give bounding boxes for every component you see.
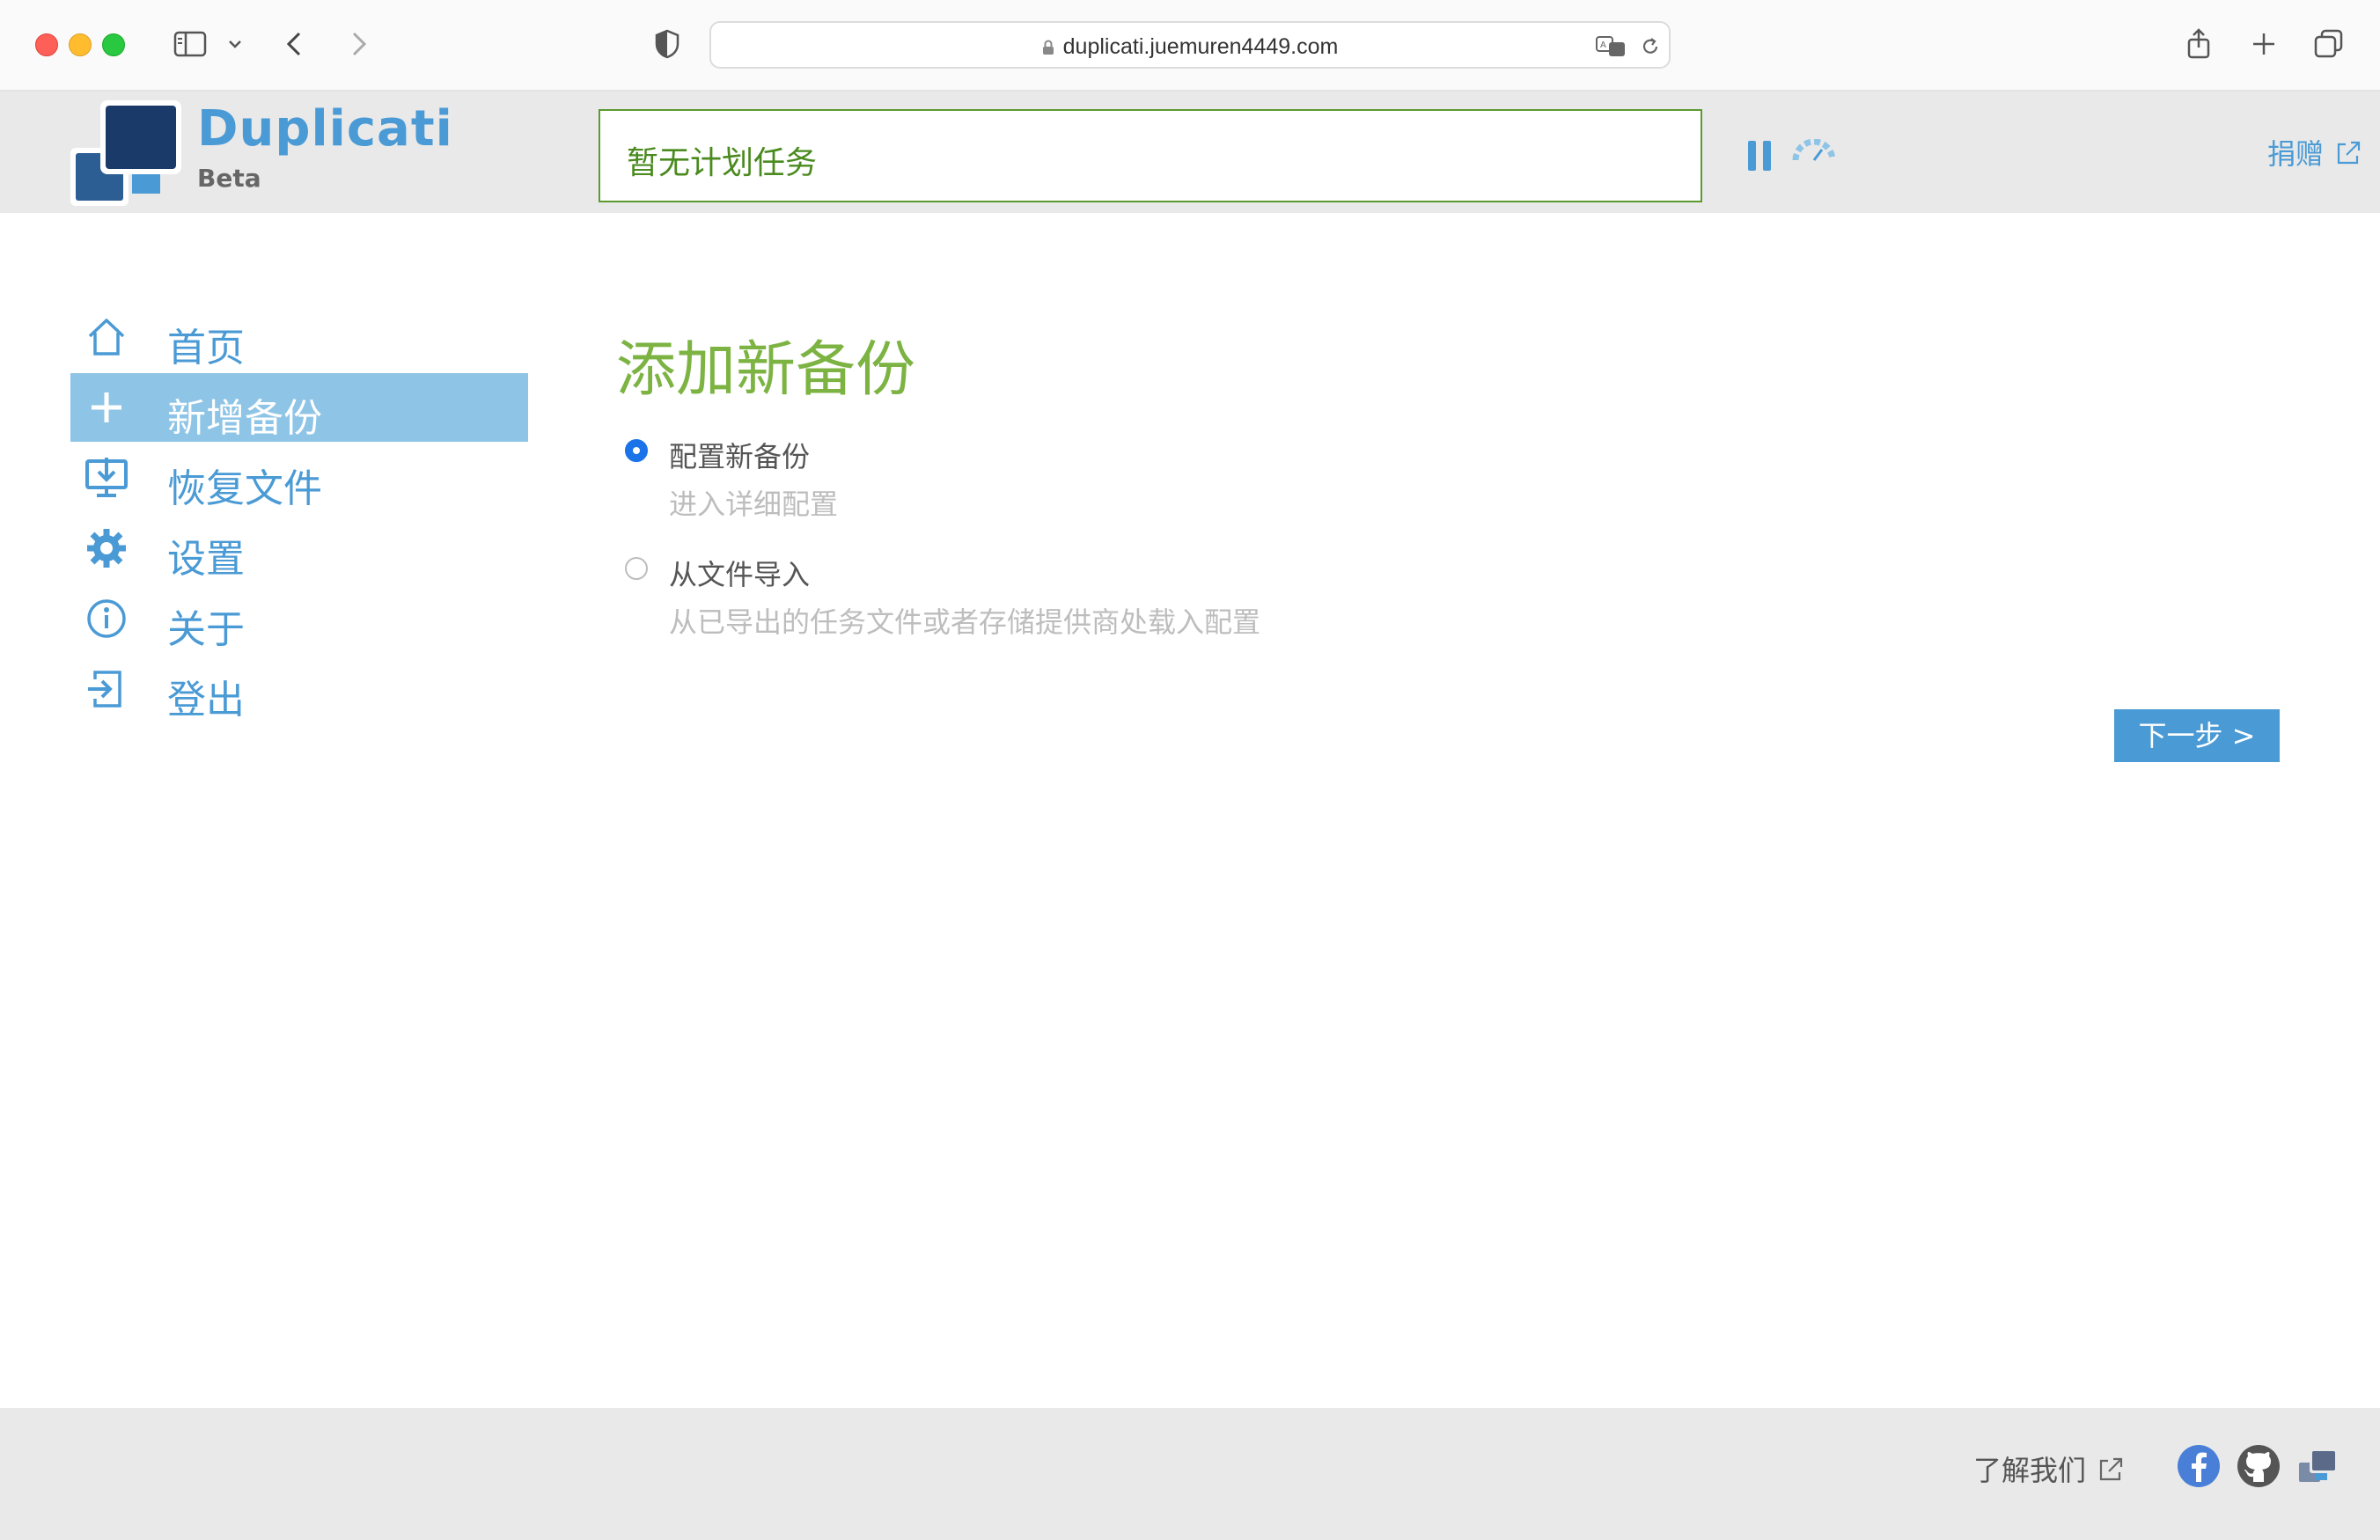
sidebar-item-label: 新增备份 (167, 396, 322, 441)
pause-button[interactable] (1748, 141, 1773, 171)
back-icon[interactable] (278, 26, 313, 62)
sidebar-item-logout[interactable]: 登出 (70, 655, 528, 723)
throttle-speed-icon[interactable] (1790, 139, 1838, 165)
gear-icon (87, 529, 126, 568)
facebook-icon[interactable] (2176, 1443, 2222, 1489)
new-tab-icon[interactable] (2246, 26, 2281, 62)
status-text: 暂无计划任务 (627, 145, 818, 181)
external-link-icon (2099, 1457, 2123, 1481)
option-description-configure-new: 进入详细配置 (669, 488, 839, 521)
status-panel: 暂无计划任务 (599, 109, 1702, 202)
option-description-import-from-file: 从已导出的任务文件或者存储提供商处载入配置 (669, 605, 1261, 639)
next-button[interactable]: 下一步 > (2114, 709, 2280, 762)
sidebar-item-settings[interactable]: 设置 (70, 514, 528, 583)
forward-icon[interactable] (340, 26, 375, 62)
sidebar-item-about[interactable]: 关于 (70, 584, 528, 653)
lock-icon (1042, 40, 1054, 55)
option-label-configure-new[interactable]: 配置新备份 (669, 435, 810, 475)
zoom-window-button[interactable] (102, 33, 125, 56)
sidebar-item-add-backup[interactable]: 新增备份 (70, 373, 528, 442)
radio-configure-new[interactable] (625, 439, 648, 462)
edition-label: Beta (197, 164, 261, 193)
app-header: Duplicati Beta 暂无计划任务 捐赠 (0, 92, 2380, 213)
sidebar-toggle-icon[interactable] (173, 26, 208, 62)
sidebar-item-label: 登出 (167, 678, 245, 722)
translate-icon[interactable]: A (1595, 33, 1630, 60)
svg-text:A: A (1600, 40, 1606, 50)
page-title: 添加新备份 (616, 335, 916, 405)
privacy-shield-icon[interactable] (650, 26, 685, 62)
sidebar-item-home[interactable]: 首页 (70, 303, 528, 371)
reload-icon[interactable] (1639, 35, 1662, 58)
minimize-window-button[interactable] (69, 33, 92, 56)
sidebar-item-label: 首页 (167, 326, 245, 370)
brand-name: Duplicati (197, 100, 453, 158)
donate-label: 捐赠 (2267, 137, 2325, 171)
footer: 了解我们 (0, 1408, 2380, 1540)
duplicati-logo[interactable] (70, 100, 185, 209)
external-link-icon (2337, 141, 2361, 165)
about-us-link[interactable]: 了解我们 (1973, 1448, 2125, 1489)
info-icon (87, 599, 126, 638)
radio-import-from-file[interactable] (625, 557, 648, 580)
github-icon[interactable] (2236, 1443, 2281, 1489)
plus-icon (92, 392, 121, 422)
restore-icon (85, 458, 128, 497)
browser-toolbar: duplicati.juemuren4449.com A (0, 0, 2380, 92)
sidebar-item-label: 恢复文件 (167, 466, 322, 511)
sidebar-item-label: 关于 (167, 607, 245, 652)
forum-icon[interactable] (2296, 1443, 2341, 1489)
url-text: duplicati.juemuren4449.com (1062, 34, 1339, 59)
address-bar[interactable]: duplicati.juemuren4449.com A (709, 21, 1671, 69)
sidebar-item-label: 设置 (167, 537, 245, 582)
home-icon (88, 319, 125, 356)
option-label-import-from-file[interactable]: 从文件导入 (669, 553, 810, 593)
close-window-button[interactable] (35, 33, 58, 56)
logout-icon (88, 671, 121, 708)
donate-link[interactable]: 捐赠 (2267, 132, 2362, 172)
tab-overview-icon[interactable] (2311, 26, 2347, 62)
about-us-label: 了解我们 (1973, 1454, 2087, 1487)
chevron-down-icon[interactable] (222, 26, 248, 62)
sidebar-item-restore[interactable]: 恢复文件 (70, 444, 528, 512)
share-icon[interactable] (2181, 26, 2216, 62)
